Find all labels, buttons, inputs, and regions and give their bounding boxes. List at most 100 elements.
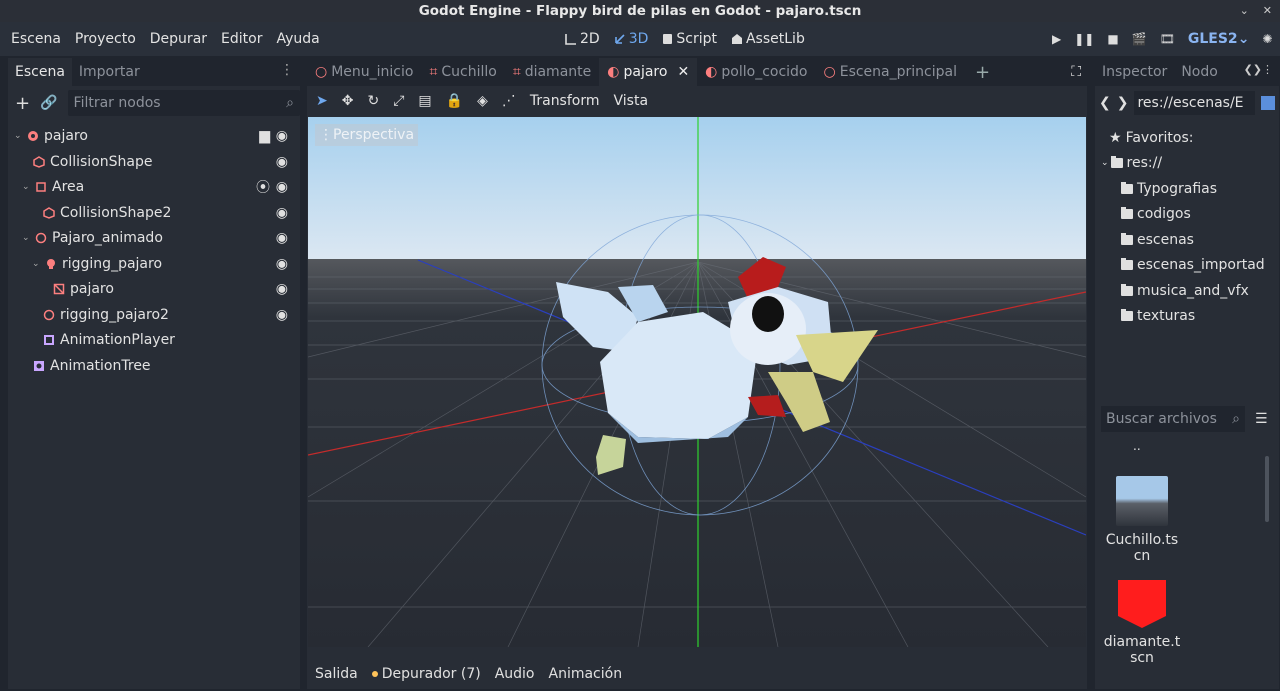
node-label: CollisionShape2 bbox=[60, 205, 172, 221]
signal-icon[interactable]: ⦿ bbox=[256, 177, 270, 197]
menu-proyecto[interactable]: Proyecto bbox=[75, 31, 136, 47]
pause-icon[interactable]: ❚❚ bbox=[1074, 32, 1094, 46]
spatial-icon bbox=[42, 308, 56, 322]
mode-assetlib-button[interactable]: AssetLib bbox=[731, 31, 805, 47]
3d-viewport[interactable]: ⋮Perspectiva bbox=[308, 117, 1086, 647]
collapse-arrow-icon[interactable]: ⌄ bbox=[1101, 158, 1109, 168]
tab-salida[interactable]: Salida bbox=[315, 666, 358, 682]
list-view-icon[interactable]: ☰ bbox=[1255, 411, 1268, 427]
tree-row-collisionshape[interactable]: CollisionShape ◉ bbox=[8, 150, 298, 174]
favorites-row[interactable]: ★ Favoritos: bbox=[1109, 126, 1193, 150]
collapse-arrow-icon[interactable]: ⌄ bbox=[22, 233, 32, 243]
perspective-menu[interactable]: ⋮Perspectiva bbox=[315, 124, 419, 146]
stop-icon[interactable]: ■ bbox=[1107, 32, 1118, 46]
visibility-eye-icon[interactable]: ◉ bbox=[276, 154, 288, 170]
filter-nodes-input[interactable]: Filtrar nodos ⌕ bbox=[67, 90, 300, 116]
list-select-icon[interactable]: ▤ bbox=[418, 93, 431, 109]
tree-row-pajaro[interactable]: ⌄ pajaro ▆ ◉ bbox=[8, 124, 298, 148]
fullscreen-icon[interactable]: ⛶ bbox=[1071, 64, 1081, 80]
collapse-arrow-icon[interactable]: ⌄ bbox=[14, 131, 24, 141]
visibility-eye-icon[interactable]: ◉ bbox=[276, 230, 288, 246]
parent-dir-item[interactable]: .. bbox=[1133, 434, 1141, 458]
spatial-icon bbox=[34, 231, 48, 245]
skeleton-view-icon[interactable]: ⋰ bbox=[502, 93, 516, 109]
res-root-row[interactable]: ⌄ res:// bbox=[1101, 151, 1162, 175]
dock-nav-icon[interactable]: ❮❯⋮ bbox=[1244, 63, 1273, 76]
forward-icon[interactable]: ❯ bbox=[1117, 95, 1129, 111]
tree-row-pajaro-animado[interactable]: ⌄ Pajaro_animado ◉ bbox=[8, 226, 298, 250]
tab-pollo-cocido[interactable]: ◐ pollo_cocido bbox=[697, 58, 815, 86]
menu-ayuda[interactable]: Ayuda bbox=[276, 31, 319, 47]
close-tab-icon[interactable]: ✕ bbox=[677, 64, 689, 80]
tab-escena-principal[interactable]: ○ Escena_principal bbox=[816, 58, 965, 86]
menu-depurar[interactable]: Depurar bbox=[150, 31, 207, 47]
tree-row-rigging-pajaro2[interactable]: rigging_pajaro2 ◉ bbox=[8, 303, 298, 327]
tab-pajaro[interactable]: ◐ pajaro ✕ bbox=[599, 58, 698, 86]
play-icon[interactable]: ▶ bbox=[1052, 32, 1061, 46]
lock-icon[interactable]: 🔒 bbox=[446, 93, 463, 109]
select-tool-icon[interactable]: ➤ bbox=[316, 93, 328, 109]
mode-2d-button[interactable]: 2D bbox=[565, 31, 600, 47]
visibility-eye-icon[interactable]: ◉ bbox=[276, 128, 288, 144]
tab-escena[interactable]: Escena bbox=[8, 58, 72, 86]
tab-cuchillo[interactable]: ⌗ Cuchillo bbox=[421, 58, 504, 86]
collapse-arrow-icon[interactable]: ⌄ bbox=[22, 182, 32, 192]
area-icon: ⌗ bbox=[429, 64, 438, 80]
play-custom-scene-icon[interactable]: 🎞 bbox=[1160, 32, 1175, 46]
filesystem-scrollbar[interactable] bbox=[1265, 456, 1269, 522]
tree-row-animationplayer[interactable]: AnimationPlayer bbox=[8, 328, 298, 352]
mode-3d-button[interactable]: 3D bbox=[614, 31, 648, 47]
tab-audio[interactable]: Audio bbox=[495, 666, 535, 682]
minimize-icon[interactable]: ⌄ bbox=[1240, 0, 1249, 22]
view-menu[interactable]: Vista bbox=[614, 93, 649, 109]
folder-item[interactable]: escenas_importad bbox=[1121, 253, 1265, 277]
script-attached-icon[interactable]: ▆ bbox=[259, 128, 270, 144]
tree-row-area[interactable]: ⌄ Area ⦿ ◉ bbox=[8, 175, 298, 199]
play-scene-icon[interactable]: 🎬 bbox=[1132, 32, 1147, 46]
tab-depurador[interactable]: Depurador (7) bbox=[371, 666, 481, 682]
visibility-eye-icon[interactable]: ◉ bbox=[276, 205, 288, 221]
menu-editor[interactable]: Editor bbox=[221, 31, 262, 47]
move-tool-icon[interactable]: ✥ bbox=[342, 93, 354, 109]
back-icon[interactable]: ❮ bbox=[1099, 95, 1111, 111]
tab-importar[interactable]: Importar bbox=[72, 58, 147, 86]
tab-animacion[interactable]: Animación bbox=[549, 666, 623, 682]
path-field[interactable]: res://escenas/E bbox=[1134, 91, 1255, 115]
menu-escena[interactable]: Escena bbox=[11, 31, 61, 47]
folder-item[interactable]: musica_and_vfx bbox=[1121, 279, 1249, 303]
visibility-eye-icon[interactable]: ◉ bbox=[276, 307, 288, 323]
tab-nodo[interactable]: Nodo bbox=[1174, 58, 1225, 86]
tree-row-collisionshape2[interactable]: CollisionShape2 ◉ bbox=[8, 201, 298, 225]
file-item[interactable]: diamante.t scn bbox=[1097, 578, 1187, 666]
visibility-eye-icon[interactable]: ◉ bbox=[276, 281, 288, 297]
dock-menu-icon[interactable]: ⋮ bbox=[280, 62, 294, 78]
link-icon[interactable]: 🔗 bbox=[40, 95, 57, 111]
tab-diamante[interactable]: ⌗ diamante bbox=[505, 58, 599, 86]
renderer-select[interactable]: GLES2⌄ bbox=[1188, 31, 1250, 47]
collapse-arrow-icon[interactable]: ⌄ bbox=[32, 259, 42, 269]
visibility-eye-icon[interactable]: ◉ bbox=[276, 179, 288, 195]
folder-item[interactable]: texturas bbox=[1121, 304, 1195, 328]
folder-item[interactable]: Typografias bbox=[1121, 177, 1217, 201]
rotate-tool-icon[interactable]: ↻ bbox=[367, 93, 379, 109]
group-icon[interactable]: ◈ bbox=[477, 93, 488, 109]
visibility-eye-icon[interactable]: ◉ bbox=[276, 256, 288, 272]
tab-inspector[interactable]: Inspector bbox=[1095, 58, 1174, 86]
filter-placeholder: Filtrar nodos bbox=[73, 95, 161, 111]
search-files-input[interactable]: Buscar archivos ⌕ bbox=[1101, 406, 1245, 432]
tab-menu-inicio[interactable]: ○ Menu_inicio bbox=[307, 58, 421, 86]
new-tab-button[interactable]: + bbox=[965, 58, 1000, 86]
close-icon[interactable]: ✕ bbox=[1263, 0, 1272, 22]
mode-script-button[interactable]: Script bbox=[662, 31, 717, 47]
folder-item[interactable]: codigos bbox=[1121, 202, 1191, 226]
scale-tool-icon[interactable]: ⤢ bbox=[393, 93, 404, 109]
tree-row-animationtree[interactable]: AnimationTree bbox=[8, 354, 298, 378]
tree-row-rigging-pajaro[interactable]: ⌄ rigging_pajaro ◉ bbox=[8, 252, 298, 276]
add-node-icon[interactable]: + bbox=[15, 93, 30, 114]
transform-menu[interactable]: Transform bbox=[530, 93, 600, 109]
file-item[interactable]: Cuchillo.ts cn bbox=[1097, 476, 1187, 564]
mesh-instance-icon bbox=[52, 282, 66, 296]
split-view-icon[interactable] bbox=[1261, 96, 1275, 110]
folder-item[interactable]: escenas bbox=[1121, 228, 1194, 252]
tree-row-pajaro-mesh[interactable]: pajaro ◉ bbox=[8, 277, 298, 301]
